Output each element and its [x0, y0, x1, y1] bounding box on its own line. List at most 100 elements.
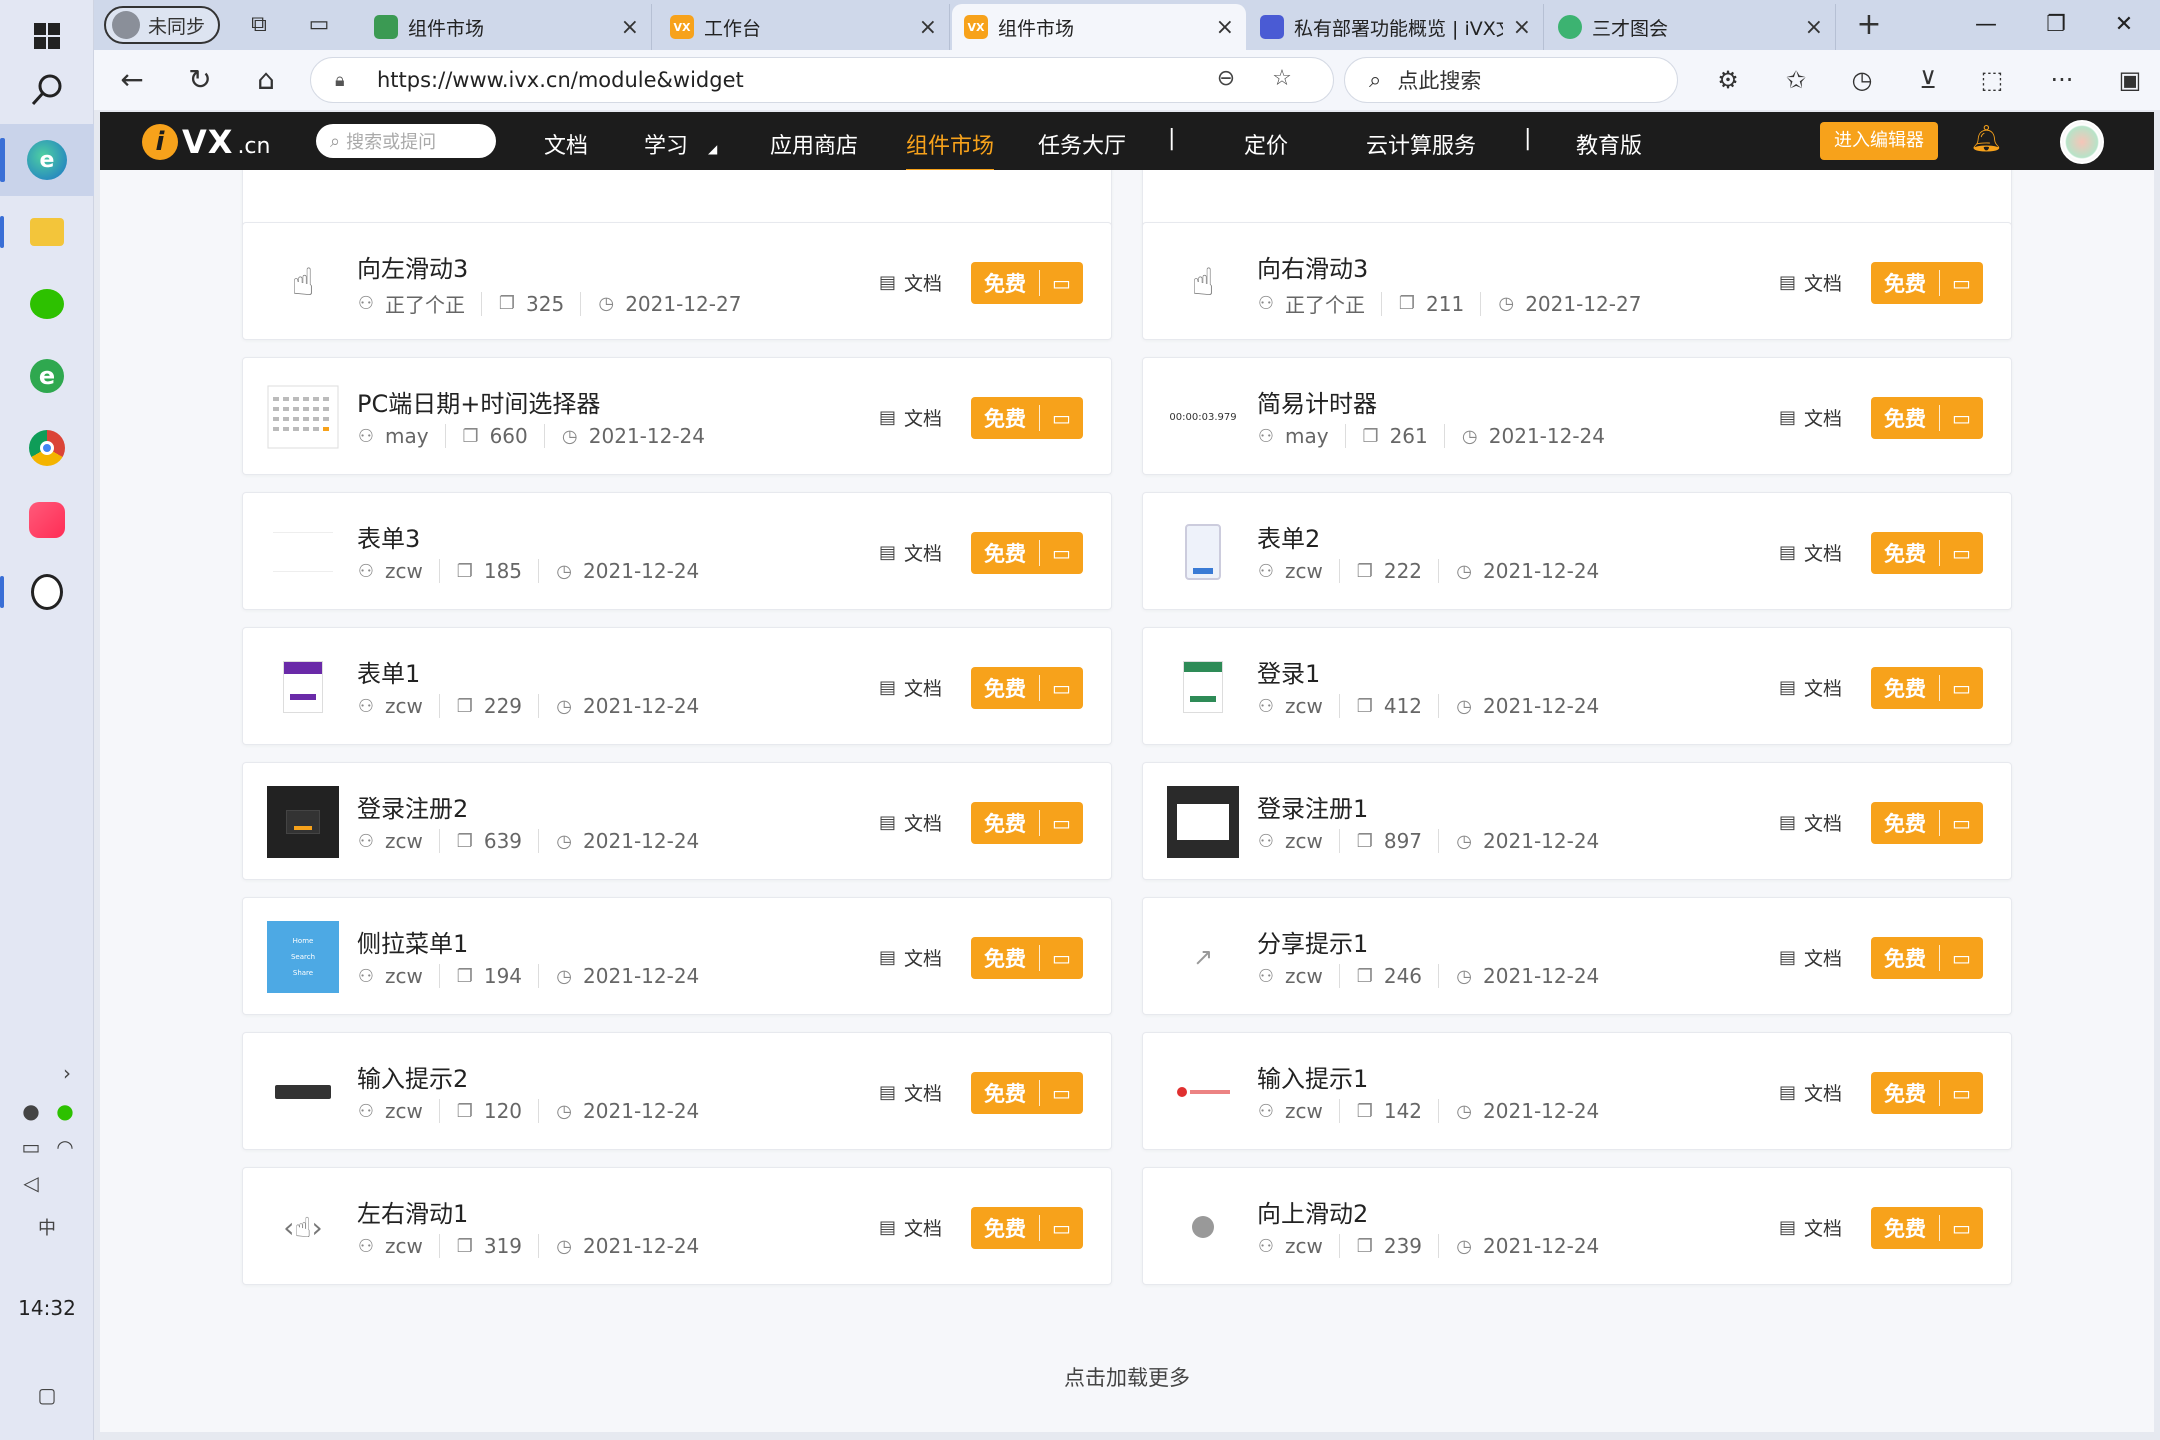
notification-icon[interactable]: ▢: [32, 1380, 62, 1410]
component-author[interactable]: 正了个正: [385, 289, 465, 318]
enter-editor-button[interactable]: 进入编辑器: [1820, 122, 1938, 160]
learn-dropdown-icon[interactable]: ◢: [708, 142, 717, 156]
free-get-button[interactable]: 免费 ▭: [1871, 802, 1983, 844]
component-card[interactable]: 表单3 ⚇ zcw ❐ 185 ◷ 2021-12-24 ▤ 文档 免费 ▭: [242, 492, 1112, 610]
vertical-tabs-icon[interactable]: ▭: [304, 10, 334, 40]
doc-link[interactable]: ▤ 文档: [879, 539, 942, 566]
browser-search-box[interactable]: ⌕ 点此搜索: [1344, 57, 1678, 103]
extensions-icon[interactable]: ⚙: [1712, 64, 1744, 96]
browser-tab-2[interactable]: VX 工作台 ×: [658, 4, 950, 50]
component-card[interactable]: 登录注册2 ⚇ zcw ❐ 639 ◷ 2021-12-24 ▤ 文档 免费 ▭: [242, 762, 1112, 880]
component-author[interactable]: zcw: [1285, 1099, 1323, 1123]
browser-tab-5[interactable]: 三才图会 ×: [1546, 4, 1836, 50]
sidebar-toggle-icon[interactable]: ▣: [2114, 64, 2146, 96]
nav-docs[interactable]: 文档: [544, 128, 588, 160]
component-card[interactable]: 登录注册1 ⚇ zcw ❐ 897 ◷ 2021-12-24 ▤ 文档 免费 ▭: [1142, 762, 2012, 880]
free-get-button[interactable]: 免费 ▭: [1871, 532, 1983, 574]
taskbar-search-button[interactable]: [0, 54, 94, 126]
free-get-button[interactable]: 免费 ▭: [1871, 1207, 1983, 1249]
taskbar-file-explorer[interactable]: [0, 196, 94, 268]
doc-link[interactable]: ▤ 文档: [879, 1079, 942, 1106]
free-get-button[interactable]: 免费 ▭: [971, 1207, 1083, 1249]
free-get-button[interactable]: 免费 ▭: [971, 937, 1083, 979]
component-card[interactable]: 登录1 ⚇ zcw ❐ 412 ◷ 2021-12-24 ▤ 文档 免费 ▭: [1142, 627, 2012, 745]
nav-learn[interactable]: 学习: [644, 128, 688, 160]
component-author[interactable]: zcw: [1285, 694, 1323, 718]
free-get-button[interactable]: 免费 ▭: [971, 262, 1083, 304]
browser-tab-1[interactable]: 组件市场 ×: [362, 4, 652, 50]
qq-tray-icon[interactable]: ●: [16, 1096, 46, 1126]
doc-link[interactable]: ▤ 文档: [879, 404, 942, 431]
doc-link[interactable]: ▤ 文档: [1779, 809, 1842, 836]
component-card[interactable]: ↗ 分享提示1 ⚇ zcw ❐ 246 ◷ 2021-12-24 ▤ 文档 免费 ▭: [1142, 897, 2012, 1015]
free-get-button[interactable]: 免费 ▭: [1871, 262, 1983, 304]
free-get-button[interactable]: 免费 ▭: [971, 532, 1083, 574]
doc-link[interactable]: ▤ 文档: [1779, 1079, 1842, 1106]
browser-tab-3-active[interactable]: VX 组件市场 ×: [952, 4, 1246, 50]
component-card[interactable]: 输入提示2 ⚇ zcw ❐ 120 ◷ 2021-12-24 ▤ 文档 免费 ▭: [242, 1032, 1112, 1150]
doc-link[interactable]: ▤ 文档: [1779, 269, 1842, 296]
close-window-icon[interactable]: ✕: [2094, 8, 2154, 42]
component-card[interactable]: ☝ 向右滑动3 ⚇ 正了个正 ❐ 211 ◷ 2021-12-27 ▤ 文档 免费 ▭: [1142, 222, 2012, 340]
component-card-partial[interactable]: [242, 170, 1112, 228]
free-get-button[interactable]: 免费 ▭: [971, 802, 1083, 844]
screenshot-icon[interactable]: ⬚: [1976, 64, 2008, 96]
doc-link[interactable]: ▤ 文档: [1779, 404, 1842, 431]
taskbar-wechat[interactable]: [0, 268, 94, 340]
component-card[interactable]: 输入提示1 ⚇ zcw ❐ 142 ◷ 2021-12-24 ▤ 文档 免费 ▭: [1142, 1032, 2012, 1150]
taskbar-qq[interactable]: [0, 556, 94, 628]
free-get-button[interactable]: 免费 ▭: [971, 667, 1083, 709]
free-get-button[interactable]: 免费 ▭: [971, 1072, 1083, 1114]
nav-app-store[interactable]: 应用商店: [770, 128, 858, 160]
component-author[interactable]: zcw: [385, 694, 423, 718]
doc-link[interactable]: ▤ 文档: [879, 809, 942, 836]
component-card[interactable]: ‹☝› 左右滑动1 ⚇ zcw ❐ 319 ◷ 2021-12-24 ▤ 文档 免费 ▭: [242, 1167, 1112, 1285]
workspaces-icon[interactable]: ⧉: [244, 10, 274, 40]
tab-close-icon[interactable]: ×: [621, 15, 639, 40]
doc-link[interactable]: ▤ 文档: [1779, 1214, 1842, 1241]
taskbar-chrome[interactable]: [0, 412, 94, 484]
doc-link[interactable]: ▤ 文档: [879, 269, 942, 296]
doc-link[interactable]: ▤ 文档: [879, 944, 942, 971]
tab-close-icon[interactable]: ×: [1513, 15, 1531, 40]
profile-button[interactable]: 未同步: [104, 6, 220, 44]
favorite-star-icon[interactable]: ☆: [1267, 66, 1297, 91]
component-card[interactable]: 表单2 ⚇ zcw ❐ 222 ◷ 2021-12-24 ▤ 文档 免费 ▭: [1142, 492, 2012, 610]
nav-education[interactable]: 教育版: [1576, 128, 1642, 160]
nav-component-market[interactable]: 组件市场: [906, 128, 995, 172]
zoom-out-icon[interactable]: ⊖: [1211, 66, 1241, 91]
refresh-icon[interactable]: ↻: [182, 62, 218, 98]
back-arrow-icon[interactable]: ←: [114, 62, 150, 98]
component-card[interactable]: PC端日期+时间选择器 ⚇ may ❐ 660 ◷ 2021-12-24 ▤ 文档 免费…: [242, 357, 1112, 475]
component-author[interactable]: 正了个正: [1285, 289, 1365, 318]
history-icon[interactable]: ◷: [1846, 64, 1878, 96]
component-author[interactable]: zcw: [1285, 964, 1323, 988]
component-author[interactable]: zcw: [1285, 559, 1323, 583]
ivx-logo[interactable]: i VX .cn: [142, 122, 270, 162]
browser-tab-4[interactable]: 私有部署功能概览 | iVX文 ×: [1248, 4, 1544, 50]
taskbar-clock[interactable]: 14:32: [0, 1296, 94, 1320]
component-author[interactable]: zcw: [1285, 1234, 1323, 1258]
free-get-button[interactable]: 免费 ▭: [1871, 1072, 1983, 1114]
component-card[interactable]: 向上滑动2 ⚇ zcw ❐ 239 ◷ 2021-12-24 ▤ 文档 免费 ▭: [1142, 1167, 2012, 1285]
component-author[interactable]: zcw: [385, 1099, 423, 1123]
new-tab-plus-icon[interactable]: +: [1854, 10, 1884, 40]
taskbar-edge[interactable]: e: [0, 124, 94, 196]
taskbar-ie[interactable]: e: [0, 340, 94, 412]
show-hidden-icons-chevron-icon[interactable]: ›: [52, 1058, 82, 1088]
input-method-icon[interactable]: 中: [32, 1212, 62, 1242]
component-card[interactable]: ☝ 向左滑动3 ⚇ 正了个正 ❐ 325 ◷ 2021-12-27 ▤ 文档 免费 ▭: [242, 222, 1112, 340]
downloads-icon[interactable]: ⊻: [1912, 64, 1944, 96]
favorites-icon[interactable]: ✩: [1780, 64, 1812, 96]
component-author[interactable]: may: [385, 424, 429, 448]
doc-link[interactable]: ▤ 文档: [1779, 539, 1842, 566]
home-icon[interactable]: ⌂: [248, 62, 284, 98]
minimize-icon[interactable]: —: [1956, 8, 2016, 42]
load-more-link[interactable]: 点击加载更多: [100, 1362, 2154, 1392]
wechat-tray-icon[interactable]: ●: [50, 1096, 80, 1126]
component-card[interactable]: 00:00:03.979 简易计时器 ⚇ may ❐ 261 ◷ 2021-12-24…: [1142, 357, 2012, 475]
bell-icon[interactable]: 🔔︎: [1970, 124, 2003, 154]
component-author[interactable]: zcw: [385, 559, 423, 583]
component-card[interactable]: Home Search Share 侧拉菜单1 ⚇ zcw ❐ 194 ◷ 2021-12…: [242, 897, 1112, 1015]
component-author[interactable]: may: [1285, 424, 1329, 448]
